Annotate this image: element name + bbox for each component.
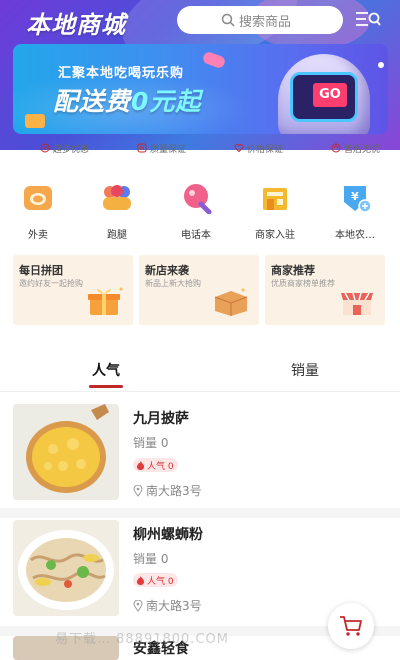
merchant-icon (258, 182, 292, 214)
promo-subtitle: 新品上新大抢购 (145, 279, 201, 288)
category-merchant-join[interactable]: 商家入驻 (240, 182, 310, 241)
flame-icon (136, 575, 145, 585)
shop-icon (341, 292, 373, 315)
guarantee-strip: ¥ 超多优惠 质量保证 价格保证 售后无忧 (40, 141, 380, 155)
promo-banner[interactable]: 汇聚本地吃喝玩乐购 配送费0元起 GO (13, 44, 388, 134)
popularity-badge: 人气 0 (133, 573, 178, 587)
banner-subtitle: 汇聚本地吃喝玩乐购 (58, 66, 185, 81)
search-icon (221, 13, 235, 27)
takeout-icon (21, 182, 55, 214)
location-pin-icon (133, 599, 143, 612)
item-sales: 销量 0 (133, 436, 169, 450)
guarantee-price: 价格保证 (234, 142, 283, 155)
category-local-farm[interactable]: ¥ 本地农… (320, 182, 390, 241)
item-address: 南大路3号 (133, 597, 202, 614)
phonebook-icon (179, 182, 213, 215)
list-item[interactable]: 九月披萨 销量 0 人气 0 南大路3号 (0, 396, 400, 511)
tab-sales[interactable]: 销量 (291, 360, 319, 380)
promo-title: 商家推荐 (271, 264, 315, 277)
promo-group-buy[interactable]: 每日拼团 邀约好友一起抢购 (13, 255, 133, 325)
guarantee-aftersale: 售后无忧 (331, 142, 380, 155)
svg-text:¥: ¥ (43, 146, 47, 153)
menu-search-icon[interactable] (355, 9, 381, 31)
heart-icon (234, 144, 244, 153)
cart-button[interactable] (328, 603, 374, 649)
popularity-badge: 人气 0 (133, 458, 178, 472)
item-address: 南大路3号 (133, 482, 202, 499)
app-root: 本地商城 搜索商品 汇聚本地吃喝玩乐购 配送费0元起 GO ¥ 超多优惠 质量保… (0, 0, 400, 660)
item-divider (0, 508, 400, 518)
sort-tabs: 人气 销量 (0, 356, 400, 392)
svg-text:¥: ¥ (351, 190, 359, 203)
item-name: 九月披萨 (133, 411, 189, 427)
return-icon (331, 143, 341, 153)
farm-product-icon: ¥ (338, 182, 372, 214)
promo-title: 每日拼团 (19, 264, 63, 277)
location-pin-icon (133, 484, 143, 497)
app-title: 本地商城 (26, 11, 126, 39)
coupon-icon: ¥ (40, 143, 50, 153)
promo-subtitle: 邀约好友一起抢购 (19, 279, 83, 288)
gift-box-icon (88, 287, 123, 315)
tab-popularity[interactable]: 人气 (92, 360, 120, 380)
active-tab-indicator (89, 385, 123, 388)
promo-recommended-merchants[interactable]: 商家推荐 优质商家榜单推荐 (265, 255, 385, 325)
errand-icon (100, 182, 134, 214)
rocket-decoration-icon (201, 50, 227, 70)
category-phonebook[interactable]: 电话本 (161, 182, 231, 241)
watermark: 易下载… 88891800.COM (55, 632, 229, 647)
promo-title: 新店来袭 (145, 264, 189, 277)
search-placeholder: 搜索商品 (239, 14, 292, 30)
search-input[interactable]: 搜索商品 (177, 6, 343, 34)
guarantee-discounts: ¥ 超多优惠 (40, 142, 89, 155)
promo-subtitle: 优质商家榜单推荐 (271, 279, 335, 288)
promo-new-store[interactable]: 新店来袭 新品上新大抢购 (139, 255, 259, 325)
guarantee-quality: 质量保证 (137, 142, 186, 155)
cart-icon (340, 616, 362, 636)
category-errand[interactable]: 跑腿 (82, 182, 152, 241)
banner-headline: 配送费0元起 (53, 87, 202, 116)
item-name: 柳州螺蛳粉 (133, 527, 203, 543)
item-sales: 销量 0 (133, 552, 169, 566)
product-thumbnail (13, 404, 119, 500)
flame-icon (136, 460, 145, 470)
robot-illustration-icon: GO (278, 50, 373, 134)
category-row: 外卖 跑腿 电话本 商家入驻 ¥ 本地农… (0, 182, 400, 242)
category-takeout[interactable]: 外卖 (3, 182, 73, 241)
parcel-icon (214, 288, 248, 316)
box-decoration-icon (25, 114, 45, 128)
go-button[interactable]: GO (313, 83, 347, 107)
quality-icon (137, 143, 147, 153)
product-thumbnail (13, 520, 119, 616)
